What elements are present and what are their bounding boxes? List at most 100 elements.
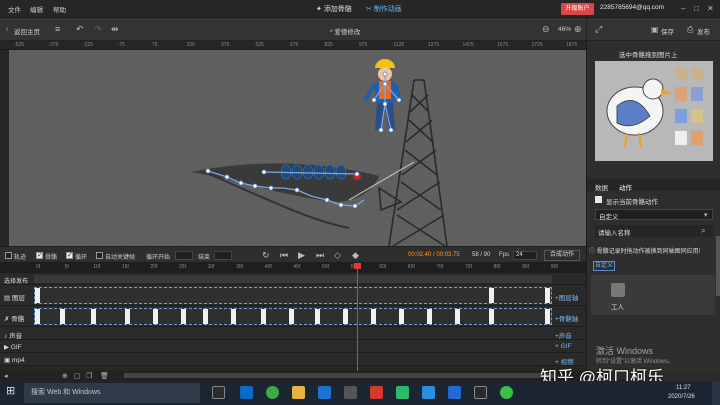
tray-date[interactable]: 2020/7/26 (668, 394, 695, 400)
keyframe[interactable] (261, 309, 266, 324)
end-input[interactable] (214, 251, 232, 260)
show-action-checkbox[interactable] (595, 196, 602, 203)
timeline-frame-header[interactable]: 0f5f10f15f20f25f30f35f40f45f50f55f60f65f… (0, 263, 586, 273)
add-track-button[interactable]: +图层轴 (555, 292, 578, 302)
keyframe[interactable] (35, 288, 40, 303)
tab-make-animation[interactable]: ✂ 制作动画 (366, 4, 402, 14)
animation-app-icon[interactable] (474, 386, 487, 399)
bone-checkbox[interactable] (36, 251, 43, 259)
keyframe[interactable] (125, 309, 130, 324)
prev-frame-icon[interactable]: ⏮ (280, 251, 288, 260)
add-layer-icon[interactable]: ⊕ (62, 372, 68, 381)
worker-action-icon[interactable] (611, 283, 625, 297)
publish-button[interactable]: 发布 (697, 26, 710, 36)
tab-action[interactable]: 动作 (619, 182, 632, 192)
media-player-icon[interactable] (396, 386, 409, 399)
zoom-slider-icon[interactable]: ◂ (4, 372, 8, 381)
tray-time[interactable]: 11:27 (676, 385, 691, 391)
taskbar-search[interactable]: 搜索 Web 和 Windows (24, 383, 200, 403)
show-desktop-button[interactable] (712, 381, 720, 405)
save-button[interactable]: 保存 (661, 26, 674, 36)
delete-keyframe-icon[interactable]: ◆ (352, 251, 359, 260)
wechat-icon[interactable] (500, 386, 513, 399)
keyframe[interactable] (181, 309, 186, 324)
track-checkbox[interactable] (5, 252, 12, 259)
menu-help[interactable]: 帮助 (53, 4, 66, 14)
file-explorer-icon[interactable] (292, 386, 305, 399)
timeline-layer-row[interactable]: ▶ GIF + GIF (0, 340, 586, 353)
custom-tag[interactable]: 自定义 (593, 261, 615, 271)
duplicate-layer-icon[interactable]: ❐ (86, 372, 92, 381)
redo-icon[interactable]: ↷ (94, 25, 102, 34)
tab-data[interactable]: 数据 (595, 182, 608, 192)
ie-icon[interactable] (240, 386, 253, 399)
keyframe[interactable] (315, 309, 320, 324)
add-keyframe-icon[interactable]: ◇ (334, 251, 341, 260)
timeline-scrollbar[interactable] (124, 373, 554, 378)
save-icon[interactable]: ▣ (651, 25, 659, 34)
task-view-icon[interactable] (212, 386, 225, 399)
word-icon[interactable] (422, 386, 435, 399)
keyframe[interactable] (35, 309, 40, 324)
undo-icon[interactable]: ↶ (76, 25, 84, 34)
auto-keyframe-checkbox[interactable] (96, 252, 103, 259)
keyframe[interactable] (427, 309, 432, 324)
keyframe[interactable] (545, 288, 550, 303)
back-home-button[interactable]: 返回主页 (14, 26, 40, 36)
menu-file[interactable]: 文件 (8, 4, 21, 14)
search-input[interactable]: 请输入名称 (598, 227, 631, 237)
keyframe[interactable] (231, 309, 236, 324)
loop-checkbox[interactable] (66, 251, 73, 259)
publish-icon[interactable]: ⎙ (687, 25, 693, 34)
360-icon[interactable] (266, 386, 279, 399)
tab-add-bones[interactable]: ✦ 添加骨骼 (316, 4, 352, 14)
app-red-icon[interactable] (370, 386, 383, 399)
loop-start-input[interactable] (175, 251, 193, 260)
publish-track[interactable] (34, 275, 552, 283)
play-icon[interactable]: ▶ (298, 251, 305, 260)
layer-track[interactable] (34, 308, 552, 325)
keyframe[interactable] (343, 309, 348, 324)
playhead[interactable] (357, 263, 358, 371)
timeline-layer-row[interactable]: ▤ 图层 +图层轴 (0, 285, 586, 306)
replay-icon[interactable]: ↻ (262, 251, 270, 260)
zoom-in-icon[interactable]: ⊕ (574, 25, 582, 34)
flip-icon[interactable]: ⇹ (111, 25, 119, 34)
maximize-icon[interactable]: □ (694, 4, 699, 13)
keyframe[interactable] (153, 309, 158, 324)
keyframe[interactable] (489, 309, 494, 324)
animation-canvas[interactable] (9, 50, 586, 246)
minimize-icon[interactable]: – (681, 4, 685, 13)
timeline-layer-row[interactable]: ✗ 骨骼 +骨骼轴 (0, 306, 586, 327)
account-email[interactable]: 2285785694@qq.com (600, 4, 664, 11)
windows-start-icon[interactable]: ⊞ (6, 386, 15, 397)
add-track-button[interactable]: +骨骼轴 (555, 313, 578, 323)
keyframe[interactable] (455, 309, 460, 324)
am-app-icon[interactable] (448, 386, 461, 399)
next-frame-icon[interactable]: ⏭ (316, 251, 324, 260)
zoom-out-icon[interactable]: ⊖ (542, 25, 550, 34)
playhead-handle[interactable] (354, 263, 361, 269)
panel-scrollbar[interactable] (716, 236, 720, 296)
menu-edit[interactable]: 编辑 (30, 4, 43, 14)
fps-input[interactable]: 24 (513, 251, 537, 260)
keyframe[interactable] (289, 309, 294, 324)
upgrade-button[interactable]: 升级账户 (561, 3, 594, 15)
add-track-button[interactable]: +声音 (555, 330, 572, 340)
compose-action-button[interactable]: 合成动作 (544, 250, 580, 261)
keyframe[interactable] (545, 309, 550, 324)
fullscreen-icon[interactable]: ⤢ (595, 25, 602, 34)
keyframe[interactable] (91, 309, 96, 324)
back-arrow-icon[interactable]: ‹ (6, 25, 8, 34)
keyframe[interactable] (371, 309, 376, 324)
action-dropdown[interactable]: 自定义 ▾ (595, 209, 713, 221)
keyframe[interactable] (489, 288, 494, 303)
add-track-button[interactable]: + GIF (555, 343, 571, 350)
action-search[interactable]: 请输入名称 ⌕ (595, 225, 713, 237)
add-folder-icon[interactable]: ▢ (74, 372, 81, 381)
timeline-layer-row[interactable]: ♪ 声音 +声音 (0, 327, 586, 340)
worker-action-label[interactable]: 工人 (611, 301, 624, 311)
search-icon[interactable]: ⌕ (701, 226, 705, 235)
delete-layer-icon[interactable]: 🗑 (100, 372, 109, 381)
close-icon[interactable]: ✕ (707, 4, 714, 13)
